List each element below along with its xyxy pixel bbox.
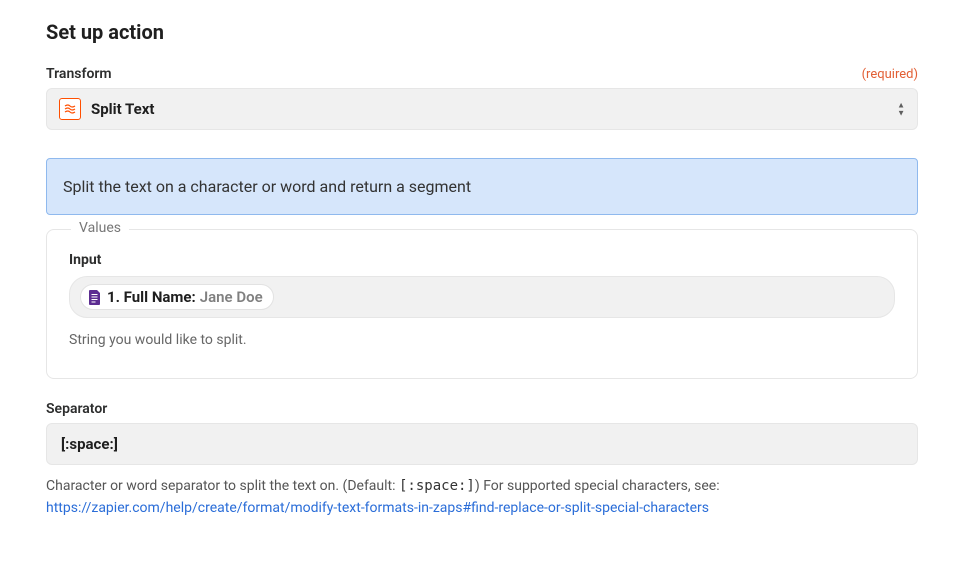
sep-help-suffix: ) For supported special characters, see:	[475, 478, 720, 494]
transform-label: Transform	[46, 66, 112, 82]
separator-section: Separator [:space:] Character or word se…	[46, 401, 918, 520]
chip-key: 1. Full Name:	[107, 288, 196, 306]
select-chevrons-icon: ▲▼	[897, 102, 905, 117]
document-icon	[87, 289, 101, 305]
values-legend: Values	[71, 220, 129, 236]
separator-input[interactable]: [:space:]	[46, 423, 918, 465]
separator-label: Separator	[46, 401, 918, 417]
input-field[interactable]: 1. Full Name: Jane Doe	[69, 276, 895, 318]
formatter-app-icon	[59, 98, 81, 120]
page-title: Set up action	[46, 20, 918, 44]
input-help-text: String you would like to split.	[69, 332, 895, 348]
separator-help-link[interactable]: https://zapier.com/help/create/format/mo…	[46, 500, 709, 516]
separator-help-text: Character or word separator to split the…	[46, 475, 918, 520]
info-banner: Split the text on a character or word an…	[46, 158, 918, 215]
sep-help-prefix: Character or word separator to split the…	[46, 478, 399, 494]
transform-selected-value: Split Text	[91, 100, 154, 118]
transform-select[interactable]: Split Text ▲▼	[46, 88, 918, 130]
values-fieldset: Values Input 1. Full Name: Jane Doe Stri…	[46, 229, 918, 379]
transform-header: Transform (required)	[46, 66, 918, 82]
sep-help-default: [:space:]	[399, 478, 475, 494]
input-chip[interactable]: 1. Full Name: Jane Doe	[80, 284, 274, 310]
input-label: Input	[69, 252, 895, 268]
chip-value: Jane Doe	[200, 288, 263, 306]
required-badge: (required)	[862, 67, 918, 82]
